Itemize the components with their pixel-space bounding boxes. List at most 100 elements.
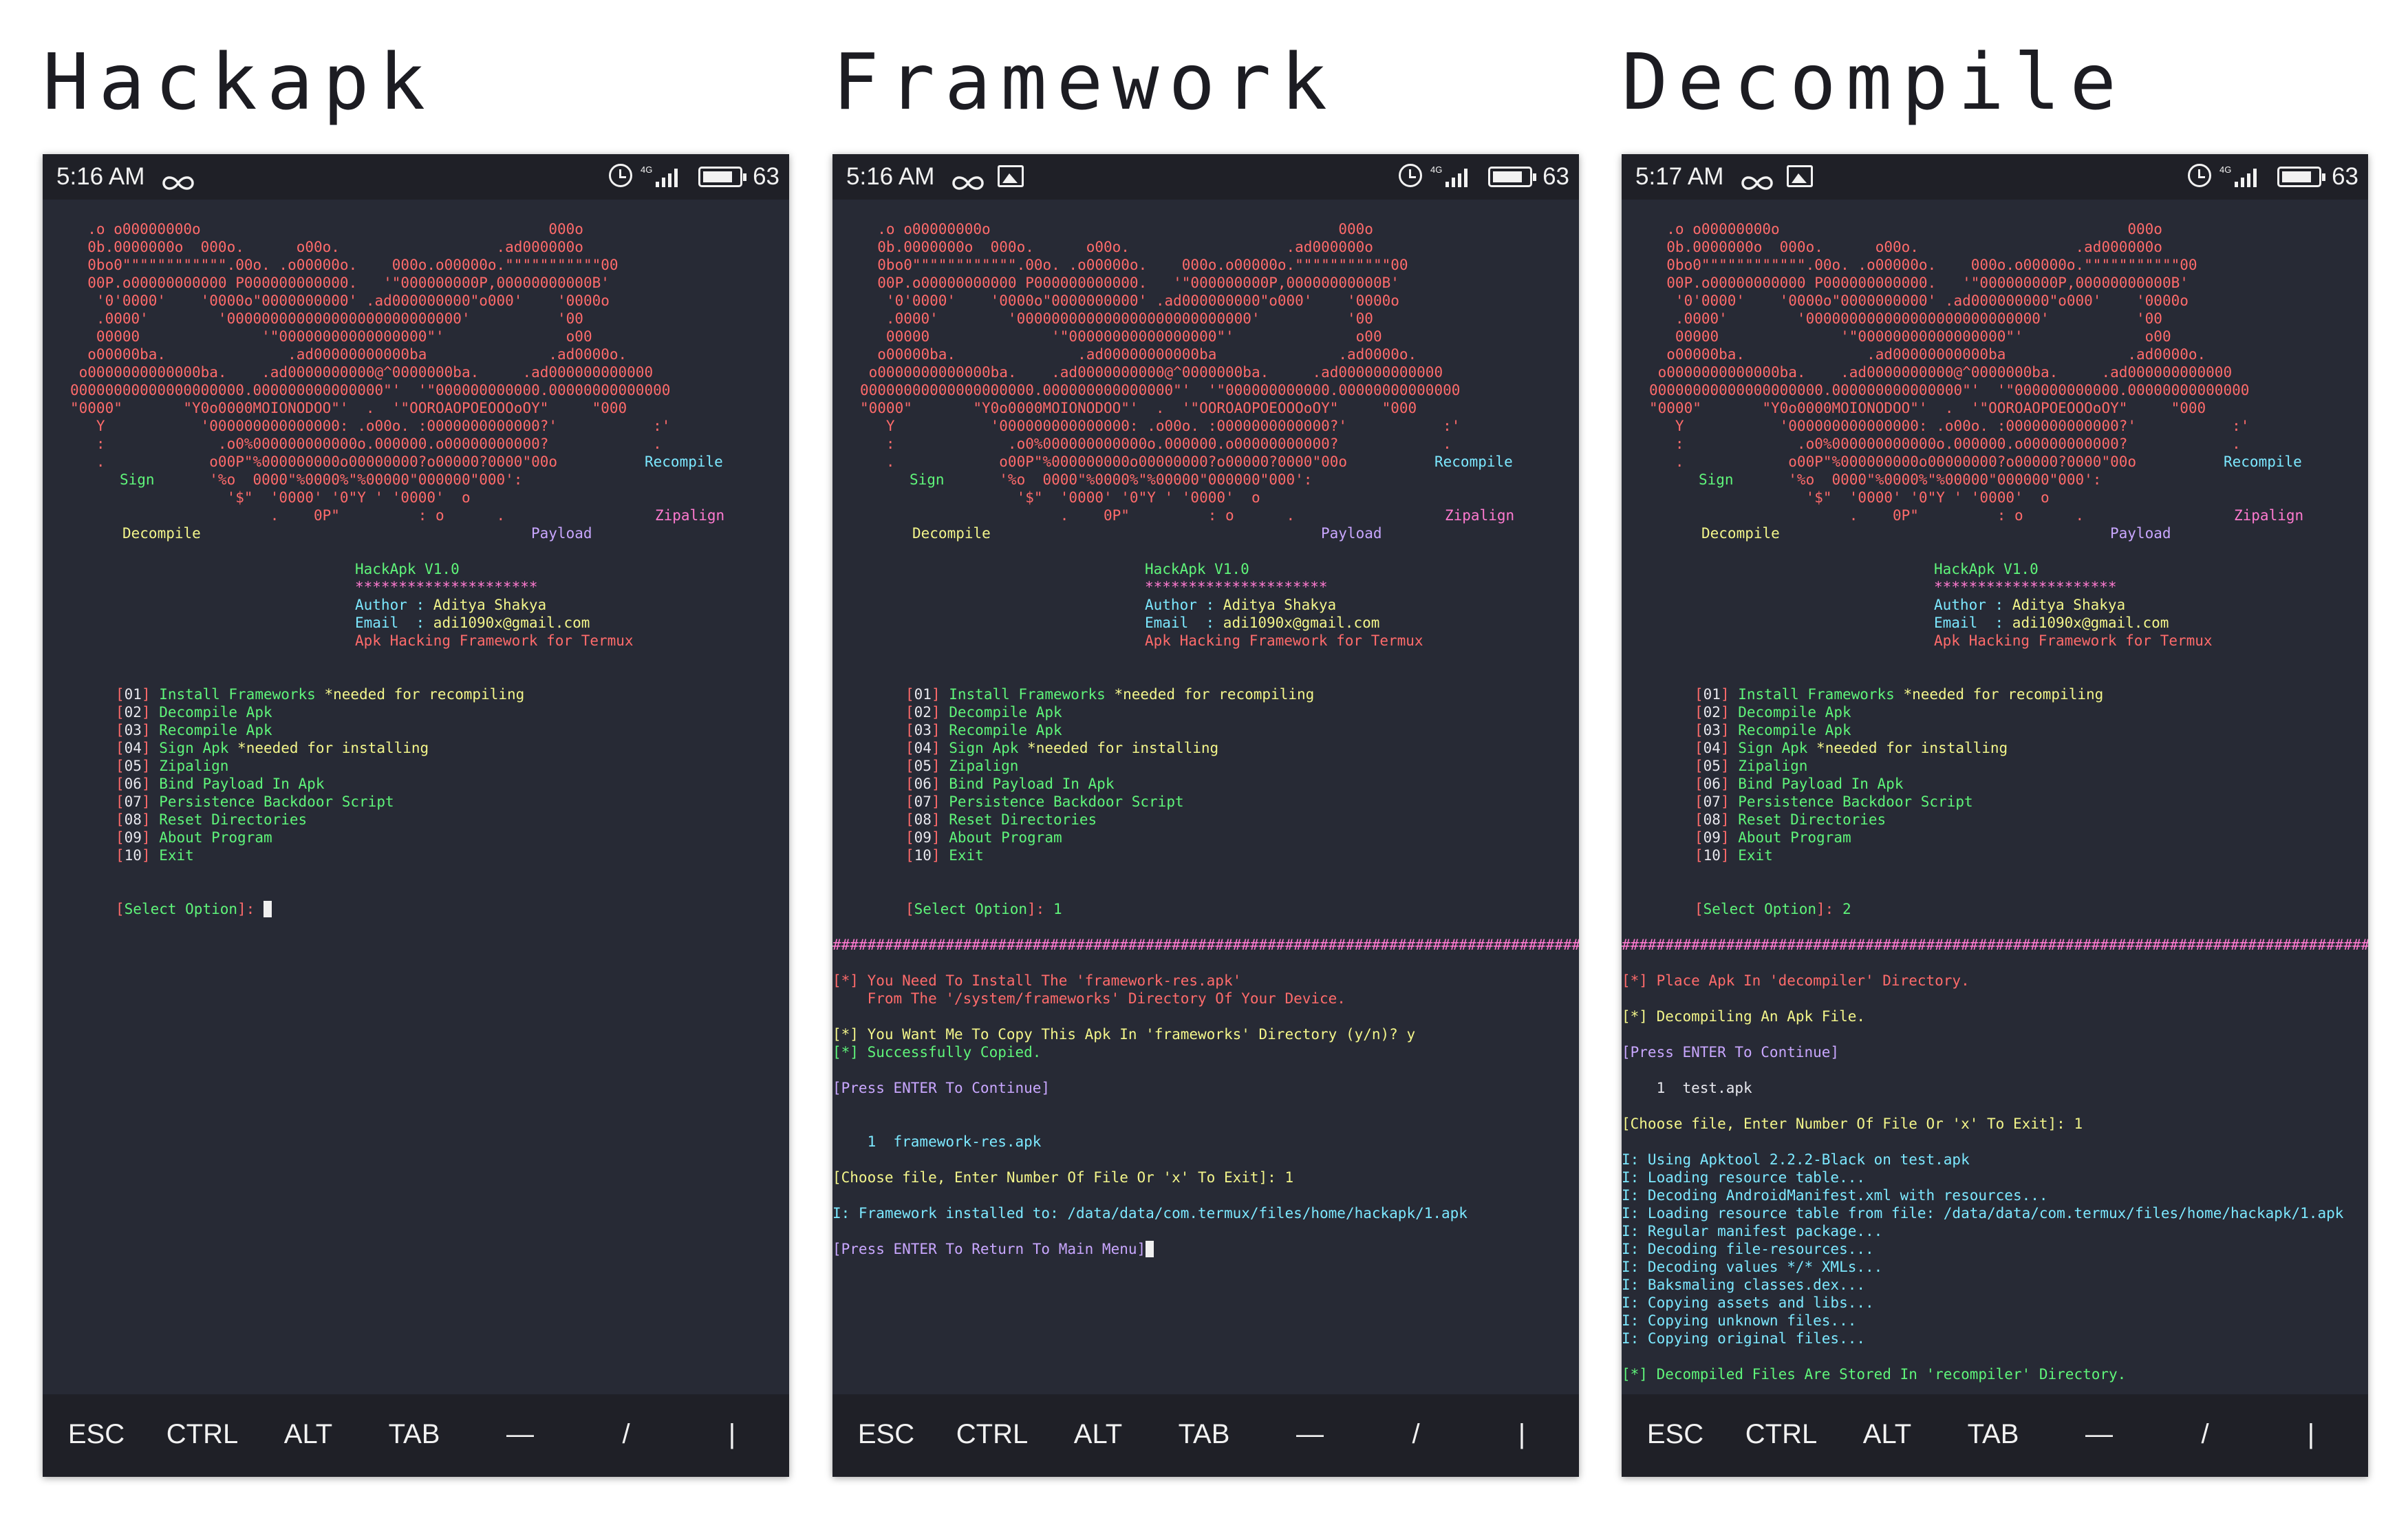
email-label: Email : [355, 615, 433, 631]
bracket: ] [1720, 704, 1739, 721]
extra-key-ctrl[interactable]: CTRL [166, 1419, 238, 1450]
bracket: ] [931, 758, 949, 774]
alarm-icon [2188, 164, 2211, 187]
ascii-art-line: '0'0000' '0000o"0000000000' .ad000000000… [860, 292, 1399, 309]
battery-level: 63 [753, 163, 780, 190]
extra-key-tab[interactable]: TAB [1179, 1419, 1230, 1450]
extra-key-dash[interactable]: — [506, 1419, 534, 1450]
signal-icon: 4G [1430, 165, 1472, 189]
extra-key-esc[interactable]: ESC [68, 1419, 125, 1450]
email-line: Email : adi1090x@gmail.com [355, 614, 590, 632]
ascii-art-line: 00000 '"00000000000000000"' o00 [1649, 328, 2171, 345]
menu-item-label: Install Frameworks [1738, 686, 1895, 703]
ascii-art-line: o0000000000000ba. .ad0000000000@^0000000… [860, 364, 1443, 381]
log-line: I: Decoding AndroidManifest.xml with res… [1622, 1187, 2048, 1204]
bracket: ] [1720, 686, 1739, 703]
ascii-art-line: 0bo0"""""""""""".00o. .o00000o. 000o.o00… [860, 257, 1408, 273]
log-line: [*] Decompiled Files Are Stored In 'reco… [1622, 1366, 2127, 1383]
ascii-art-line: 0bo0"""""""""""".00o. .o00000o. 000o.o00… [70, 257, 619, 273]
extra-keys-bar: ESC CTRL ALT TAB — / | [1622, 1394, 2368, 1477]
ascii-art-line: : .o0%000000000000o.000000.o00000000000?… [1649, 436, 2241, 452]
extra-key-tab[interactable]: TAB [389, 1419, 440, 1450]
phone-screen: 5:16 AM 4G 63 .o o00000000o 000o 0b.000000… [43, 154, 789, 1477]
extra-key-dash[interactable]: — [1296, 1419, 1324, 1450]
ascii-art-line: . 0P" : o . [860, 507, 1296, 524]
extra-key-pipe[interactable]: | [2308, 1419, 2314, 1450]
menu-item-label: Decompile Apk [949, 704, 1062, 721]
log-line: I: Copying original files... [1622, 1330, 1866, 1347]
menu-item-note: *needed for recompiling [315, 686, 525, 703]
menu-item-label: Persistence Backdoor Script [949, 793, 1184, 810]
status-time: 5:16 AM [846, 163, 935, 190]
menu-item-number: 08 [1703, 811, 1721, 828]
status-bar: 5:17 AM 4G 63 [1622, 154, 2368, 200]
signal-bar [2247, 173, 2250, 187]
log-line: [*] Place Apk In 'decompiler' Directory. [1622, 972, 1970, 989]
signal-bar [674, 169, 678, 187]
bracket: [ [1695, 686, 1703, 703]
log-line: I: Framework installed to: /data/data/co… [832, 1205, 1468, 1222]
signal-icon: 4G [2219, 165, 2261, 189]
menu-item-number: 03 [1703, 722, 1721, 738]
menu-item: [07] Persistence Backdoor Script [1695, 793, 1973, 811]
log-line: I: Copying assets and libs... [1622, 1294, 1874, 1311]
network-type-label: 4G [2219, 164, 2232, 175]
bracket: ] [141, 776, 160, 792]
extra-key-alt[interactable]: ALT [1863, 1419, 1911, 1450]
bracket: ] [141, 722, 160, 738]
extra-key-slash[interactable]: / [2201, 1419, 2208, 1450]
menu-item-number: 10 [914, 847, 932, 864]
extra-key-ctrl[interactable]: CTRL [956, 1419, 1028, 1450]
extra-key-pipe[interactable]: | [729, 1419, 735, 1450]
extra-key-slash[interactable]: / [622, 1419, 630, 1450]
menu-item-number: 10 [124, 847, 142, 864]
extra-key-ctrl[interactable]: CTRL [1745, 1419, 1817, 1450]
menu-item-label: Zipalign [159, 758, 229, 774]
ascii-art-line: '$" '0000' '0"Y ' '0000' o [1649, 489, 2050, 506]
menu-item-label: About Program [1738, 829, 1851, 846]
menu-item: [09] About Program [905, 829, 1062, 846]
log-line: I: Baksmaling classes.dex... [1622, 1277, 1866, 1293]
extra-key-dash[interactable]: — [2085, 1419, 2113, 1450]
menu-item-label: Install Frameworks [159, 686, 316, 703]
extra-key-esc[interactable]: ESC [1647, 1419, 1703, 1450]
log-line: I: Regular manifest package... [1622, 1223, 1883, 1239]
email-line: Email : adi1090x@gmail.com [1934, 614, 2169, 632]
extra-key-esc[interactable]: ESC [858, 1419, 914, 1450]
extra-key-slash[interactable]: / [1412, 1419, 1419, 1450]
author-label: Author : [355, 597, 433, 613]
text-cursor[interactable] [263, 901, 272, 917]
banner-label-payload: Payload [2110, 525, 2171, 542]
tagline: Apk Hacking Framework for Termux [1145, 632, 1423, 649]
banner-label-sign: Sign [1699, 471, 1734, 488]
bracket: ] [1720, 758, 1739, 774]
menu-item-label: Sign Apk [1738, 740, 1808, 756]
menu-item: [07] Persistence Backdoor Script [905, 793, 1184, 811]
extra-key-alt[interactable]: ALT [1074, 1419, 1122, 1450]
menu-item-number: 02 [1703, 704, 1721, 721]
ascii-art-line: : .o0%000000000000o.000000.o00000000000?… [70, 436, 662, 452]
prompt-label: Select Option [1703, 901, 1817, 917]
extra-key-pipe[interactable]: | [1518, 1419, 1525, 1450]
image-notification-icon [1787, 165, 1813, 187]
signal-bar [668, 173, 671, 187]
ascii-art-line: o00000ba. .ad00000000000ba .ad0000o. [70, 346, 627, 363]
banner-label-payload: Payload [531, 525, 592, 542]
email-address: adi1090x@gmail.com [433, 615, 590, 631]
ascii-art-line: '$" '0000' '0"Y ' '0000' o [860, 489, 1260, 506]
menu-item-number: 06 [914, 776, 932, 792]
network-type-label: 4G [641, 164, 653, 175]
ascii-art-line: .o o00000000o 000o [860, 221, 1373, 237]
text-cursor[interactable] [1146, 1241, 1154, 1257]
bracket: [ [905, 829, 914, 846]
menu-item-number: 03 [914, 722, 932, 738]
menu-item-label: Zipalign [949, 758, 1019, 774]
extra-key-alt[interactable]: ALT [284, 1419, 332, 1450]
extra-keys-bar: ESC CTRL ALT TAB — / | [43, 1394, 789, 1477]
bracket: [ [116, 829, 125, 846]
bracket: ] [931, 829, 949, 846]
bracket: ] [931, 811, 949, 828]
extra-key-tab[interactable]: TAB [1968, 1419, 2019, 1450]
bracket: ] [1720, 776, 1739, 792]
selected-option: 1 [1053, 901, 1062, 917]
